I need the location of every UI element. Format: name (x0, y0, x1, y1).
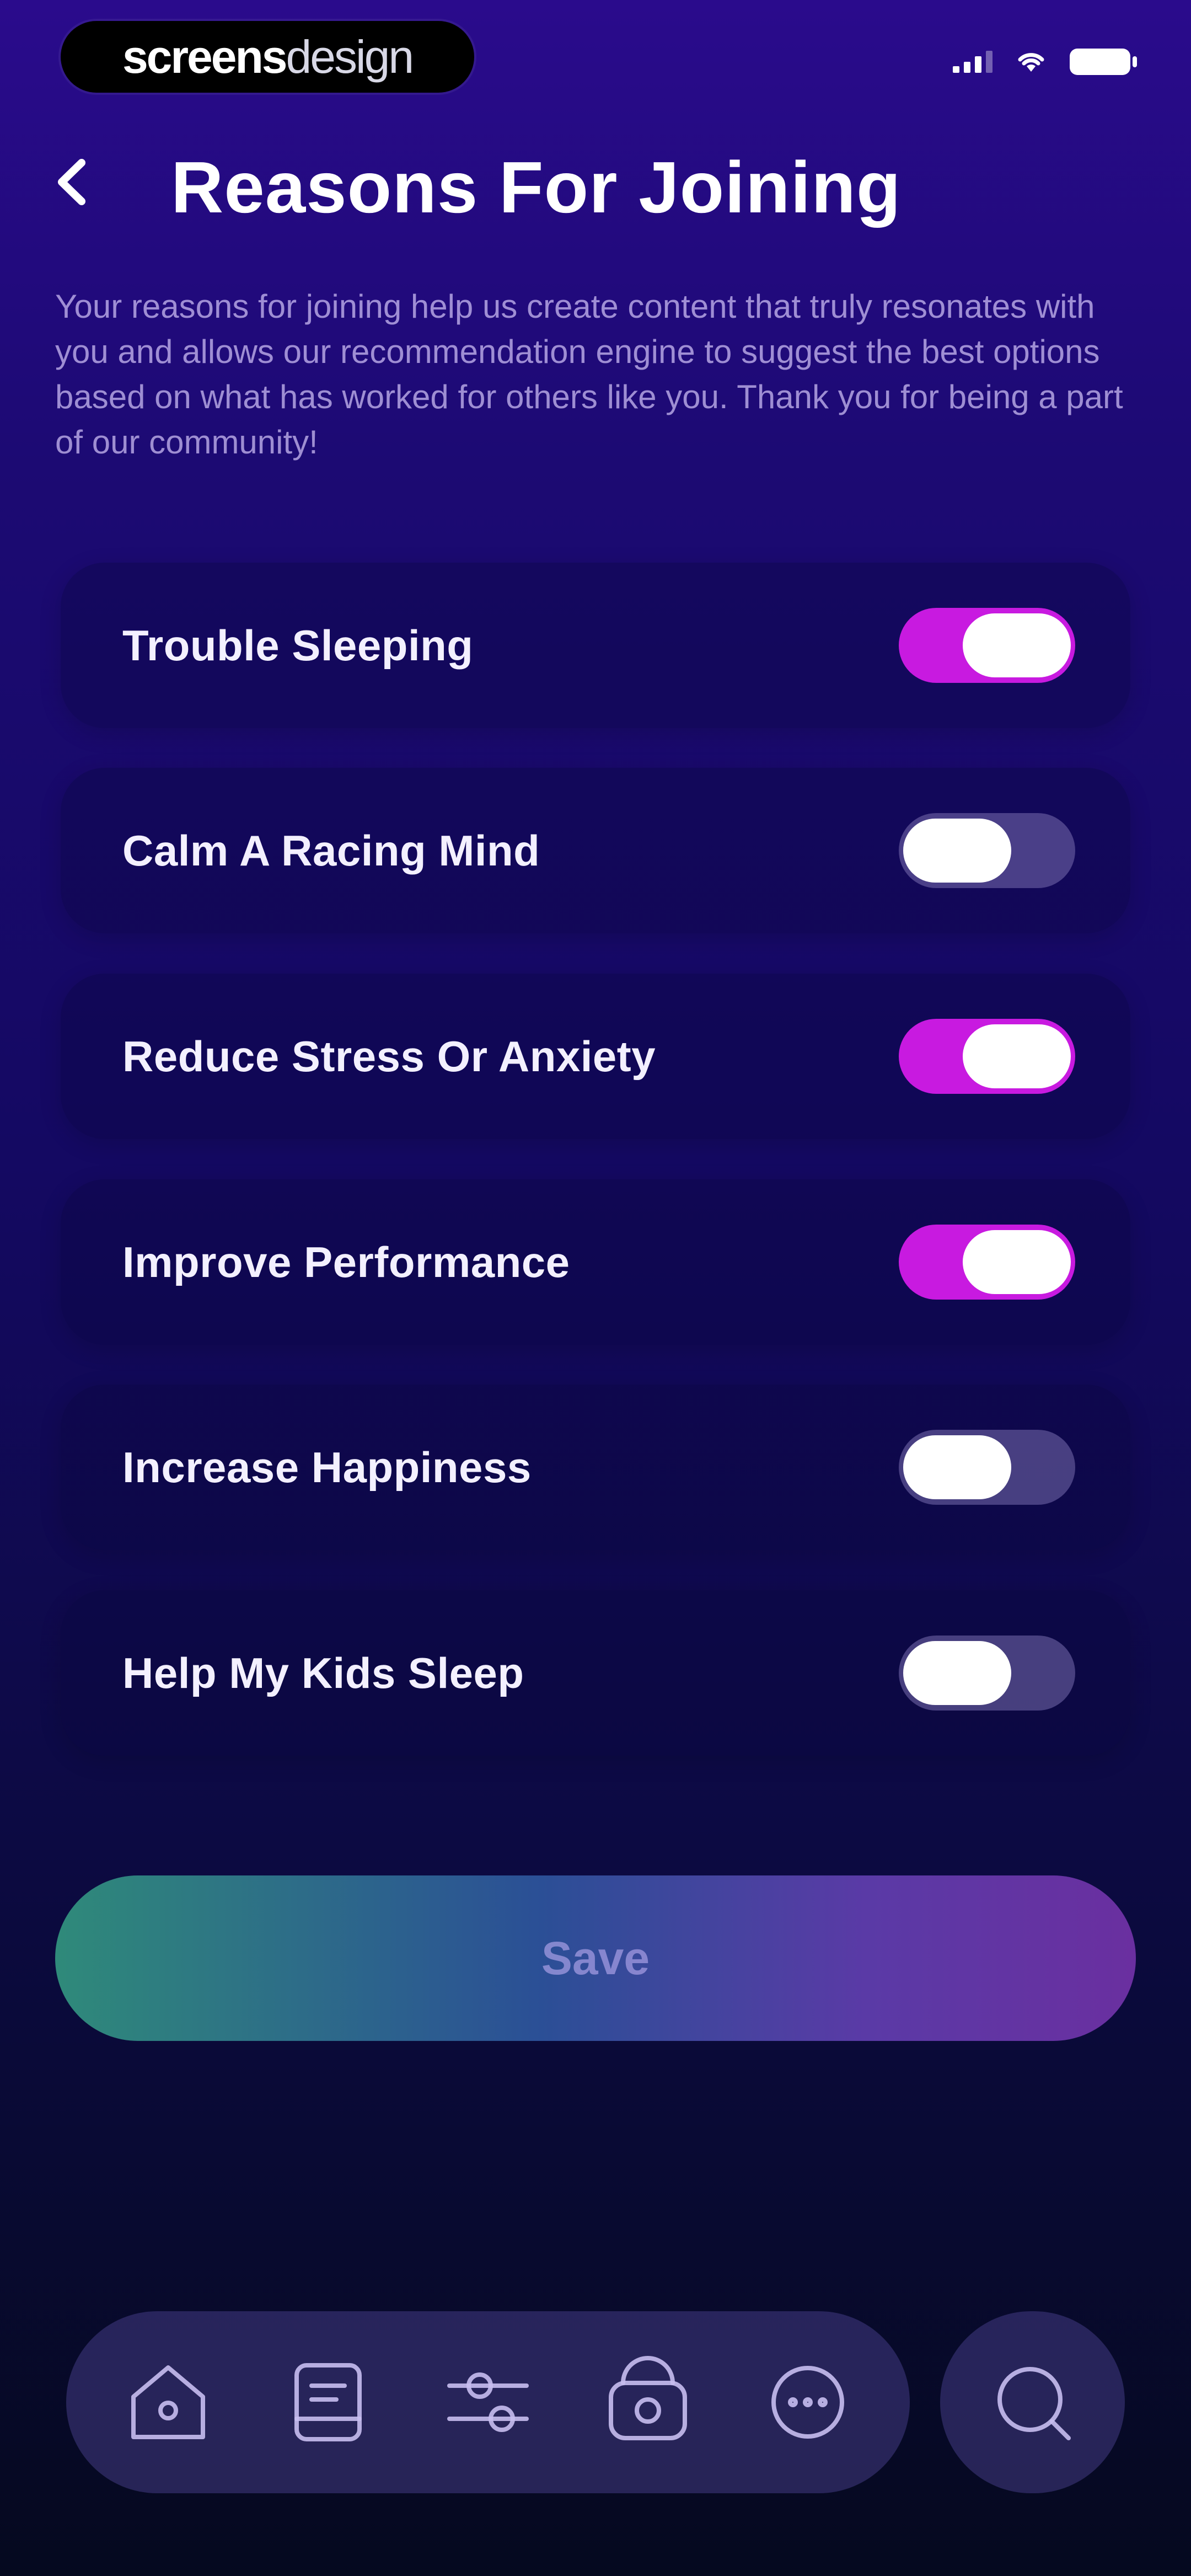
reason-row-help-kids-sleep: Help My Kids Sleep (61, 1590, 1130, 1756)
wifi-icon (1018, 53, 1044, 72)
reason-label: Help My Kids Sleep (122, 1648, 524, 1697)
toggle-trouble-sleeping[interactable] (899, 608, 1075, 683)
battery-icon (1070, 49, 1137, 75)
toggle-reduce-stress[interactable] (899, 1019, 1075, 1094)
reason-label: Reduce Stress Or Anxiety (122, 1032, 656, 1081)
sliders-icon (447, 2372, 529, 2432)
nav-more[interactable] (753, 2347, 863, 2457)
toggle-help-kids-sleep[interactable] (899, 1636, 1075, 1711)
toggle-knob (963, 1024, 1071, 1088)
reason-row-calm-racing-mind: Calm A Racing Mind (61, 768, 1130, 933)
toggle-knob (903, 1435, 1011, 1499)
chevron-left-icon (58, 159, 85, 205)
nav-sliders[interactable] (433, 2347, 543, 2457)
reason-row-reduce-stress: Reduce Stress Or Anxiety (61, 974, 1130, 1139)
nav-home[interactable] (113, 2347, 223, 2457)
save-button[interactable]: Save (55, 1875, 1136, 2041)
back-button[interactable] (39, 149, 105, 215)
nav-journal[interactable] (273, 2347, 383, 2457)
toggle-increase-happiness[interactable] (899, 1430, 1075, 1505)
page-title: Reasons For Joining (171, 147, 902, 228)
toggle-knob (903, 1641, 1011, 1705)
reason-row-increase-happiness: Increase Happiness (61, 1385, 1130, 1550)
search-icon (997, 2367, 1071, 2440)
toggle-knob (903, 819, 1011, 883)
home-icon (131, 2365, 205, 2439)
reason-row-trouble-sleeping: Trouble Sleeping (61, 563, 1130, 728)
radio-icon (609, 2356, 687, 2440)
reason-row-improve-performance: Improve Performance (61, 1179, 1130, 1345)
signal-icon (953, 51, 993, 73)
toggle-knob (963, 613, 1071, 677)
header: Reasons For Joining (0, 127, 1191, 248)
bottom-nav (66, 2311, 910, 2493)
reason-label: Calm A Racing Mind (122, 826, 540, 875)
brand-logo: screens design (61, 21, 474, 93)
journal-icon (294, 2363, 362, 2441)
reason-label: Trouble Sleeping (122, 621, 474, 670)
brand-light: design (286, 30, 415, 83)
description-text: Your reasons for joining help us create … (55, 288, 1123, 461)
nav-radio[interactable] (593, 2347, 703, 2457)
toggle-knob (963, 1230, 1071, 1294)
more-icon (771, 2366, 844, 2439)
toggle-improve-performance[interactable] (899, 1225, 1075, 1300)
status-icons (953, 49, 1137, 75)
toggle-calm-racing-mind[interactable] (899, 813, 1075, 888)
brand-strong: screens (122, 30, 288, 83)
reason-label: Improve Performance (122, 1237, 570, 1286)
status-bar: screens design (0, 0, 1191, 116)
search-button[interactable] (940, 2311, 1125, 2493)
reason-label: Increase Happiness (122, 1442, 532, 1492)
